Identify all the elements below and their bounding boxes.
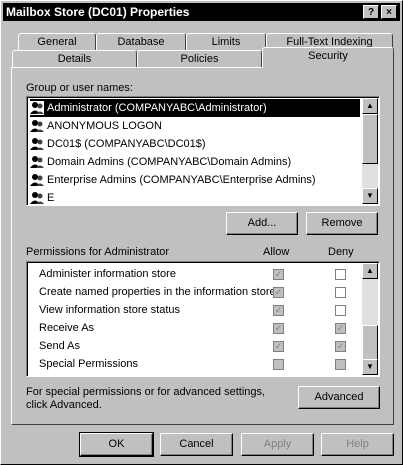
- user-list-item[interactable]: ANONYMOUS LOGON: [30, 117, 162, 135]
- permission-name: View information store status: [39, 304, 181, 316]
- close-icon[interactable]: ×: [381, 5, 397, 19]
- scroll-down-icon[interactable]: ▼: [362, 359, 378, 375]
- help-button[interactable]: Help: [321, 433, 394, 456]
- user-list-item[interactable]: E: [30, 189, 55, 205]
- ok-button[interactable]: OK: [79, 432, 154, 457]
- tab-policies[interactable]: Policies: [137, 50, 262, 68]
- user-name: Enterprise Admins (COMPANYABC\Enterprise…: [47, 174, 316, 186]
- group-user-label: Group or user names:: [26, 82, 133, 94]
- scroll-down-icon[interactable]: ▼: [362, 188, 378, 204]
- window-title: Mailbox Store (DC01) Properties: [6, 5, 190, 19]
- deny-checkbox[interactable]: [335, 269, 346, 280]
- tab-general[interactable]: General: [18, 33, 96, 51]
- permission-row: Create named properties in the informati…: [39, 283, 276, 301]
- permissions-label: Permissions for Administrator: [26, 246, 170, 258]
- scroll-thumb[interactable]: [362, 114, 378, 164]
- user-list-item[interactable]: Domain Admins (COMPANYABC\Domain Admins): [30, 153, 291, 171]
- user-group-icon: [30, 155, 44, 169]
- deny-checkbox[interactable]: [335, 287, 346, 298]
- user-list-item[interactable]: Enterprise Admins (COMPANYABC\Enterprise…: [30, 171, 316, 189]
- tab-details[interactable]: Details: [12, 50, 137, 68]
- user-name: Administrator (COMPANYABC\Administrator): [47, 102, 267, 114]
- user-group-icon: [30, 101, 44, 116]
- user-list-scrollbar[interactable]: ▲ ▼: [362, 98, 378, 204]
- allow-checkbox[interactable]: ✓: [273, 341, 284, 352]
- user-name: DC01$ (COMPANYABC\DC01$): [47, 138, 206, 150]
- permission-row: Receive As: [39, 319, 94, 337]
- remove-button[interactable]: Remove: [306, 212, 378, 235]
- user-group-icon: [30, 191, 44, 205]
- permission-row: Special Permissions: [39, 355, 138, 373]
- deny-checkbox[interactable]: ✓: [335, 341, 346, 352]
- user-group-icon: [30, 173, 44, 187]
- advanced-hint-line1: For special permissions or for advanced …: [26, 386, 266, 398]
- allow-checkbox[interactable]: [273, 359, 284, 370]
- tab-limits[interactable]: Limits: [186, 33, 266, 51]
- permissions-list[interactable]: Administer information store ✓ Create name…: [26, 261, 380, 377]
- deny-header: Deny: [328, 246, 354, 258]
- apply-button[interactable]: Apply: [241, 433, 314, 456]
- user-list-item[interactable]: Administrator (COMPANYABC\Administrator): [30, 99, 360, 117]
- help-title-button[interactable]: ?: [363, 5, 379, 19]
- title-bar: Mailbox Store (DC01) Properties ? ×: [3, 3, 400, 21]
- allow-checkbox[interactable]: ✓: [273, 305, 284, 316]
- allow-checkbox[interactable]: ✓: [273, 323, 284, 334]
- allow-checkbox[interactable]: ✓: [273, 287, 284, 298]
- allow-checkbox[interactable]: ✓: [273, 269, 284, 280]
- user-list[interactable]: Administrator (COMPANYABC\Administrator)…: [26, 96, 380, 206]
- user-name: E: [47, 192, 55, 204]
- scroll-up-icon[interactable]: ▲: [362, 98, 378, 114]
- permission-name: Administer information store: [39, 268, 176, 280]
- permission-name: Send As: [39, 340, 80, 352]
- allow-header: Allow: [263, 246, 290, 258]
- permission-row: Administer information store: [39, 265, 176, 283]
- permissions-scrollbar[interactable]: ▲ ▼: [362, 263, 378, 375]
- deny-checkbox[interactable]: ✓: [335, 323, 346, 334]
- permission-name: Create named properties in the informati…: [39, 286, 276, 298]
- advanced-hint-line2: click Advanced.: [26, 399, 102, 411]
- user-name: ANONYMOUS LOGON: [47, 120, 162, 132]
- user-list-item[interactable]: DC01$ (COMPANYABC\DC01$): [30, 135, 206, 153]
- advanced-button[interactable]: Advanced: [298, 386, 380, 409]
- scroll-thumb[interactable]: [362, 325, 378, 361]
- user-group-icon: [30, 119, 44, 133]
- permission-name: Special Permissions: [39, 358, 139, 370]
- properties-dialog: Mailbox Store (DC01) Properties ? × Gene…: [0, 0, 403, 465]
- tab-database[interactable]: Database: [96, 33, 186, 51]
- add-button[interactable]: Add...: [226, 212, 298, 235]
- permission-row: Send As: [39, 337, 80, 355]
- permission-name: Receive As: [39, 322, 95, 334]
- cancel-button[interactable]: Cancel: [160, 433, 233, 456]
- permission-row: View information store status: [39, 301, 180, 319]
- tab-security[interactable]: Security: [262, 47, 394, 68]
- security-tab-panel: Group or user names: Administrator (COMP…: [11, 67, 394, 425]
- scroll-up-icon[interactable]: ▲: [362, 263, 378, 279]
- user-name: Domain Admins (COMPANYABC\Domain Admins): [47, 156, 292, 168]
- user-group-icon: [30, 137, 44, 151]
- deny-checkbox[interactable]: [335, 305, 346, 316]
- deny-checkbox[interactable]: [335, 359, 346, 370]
